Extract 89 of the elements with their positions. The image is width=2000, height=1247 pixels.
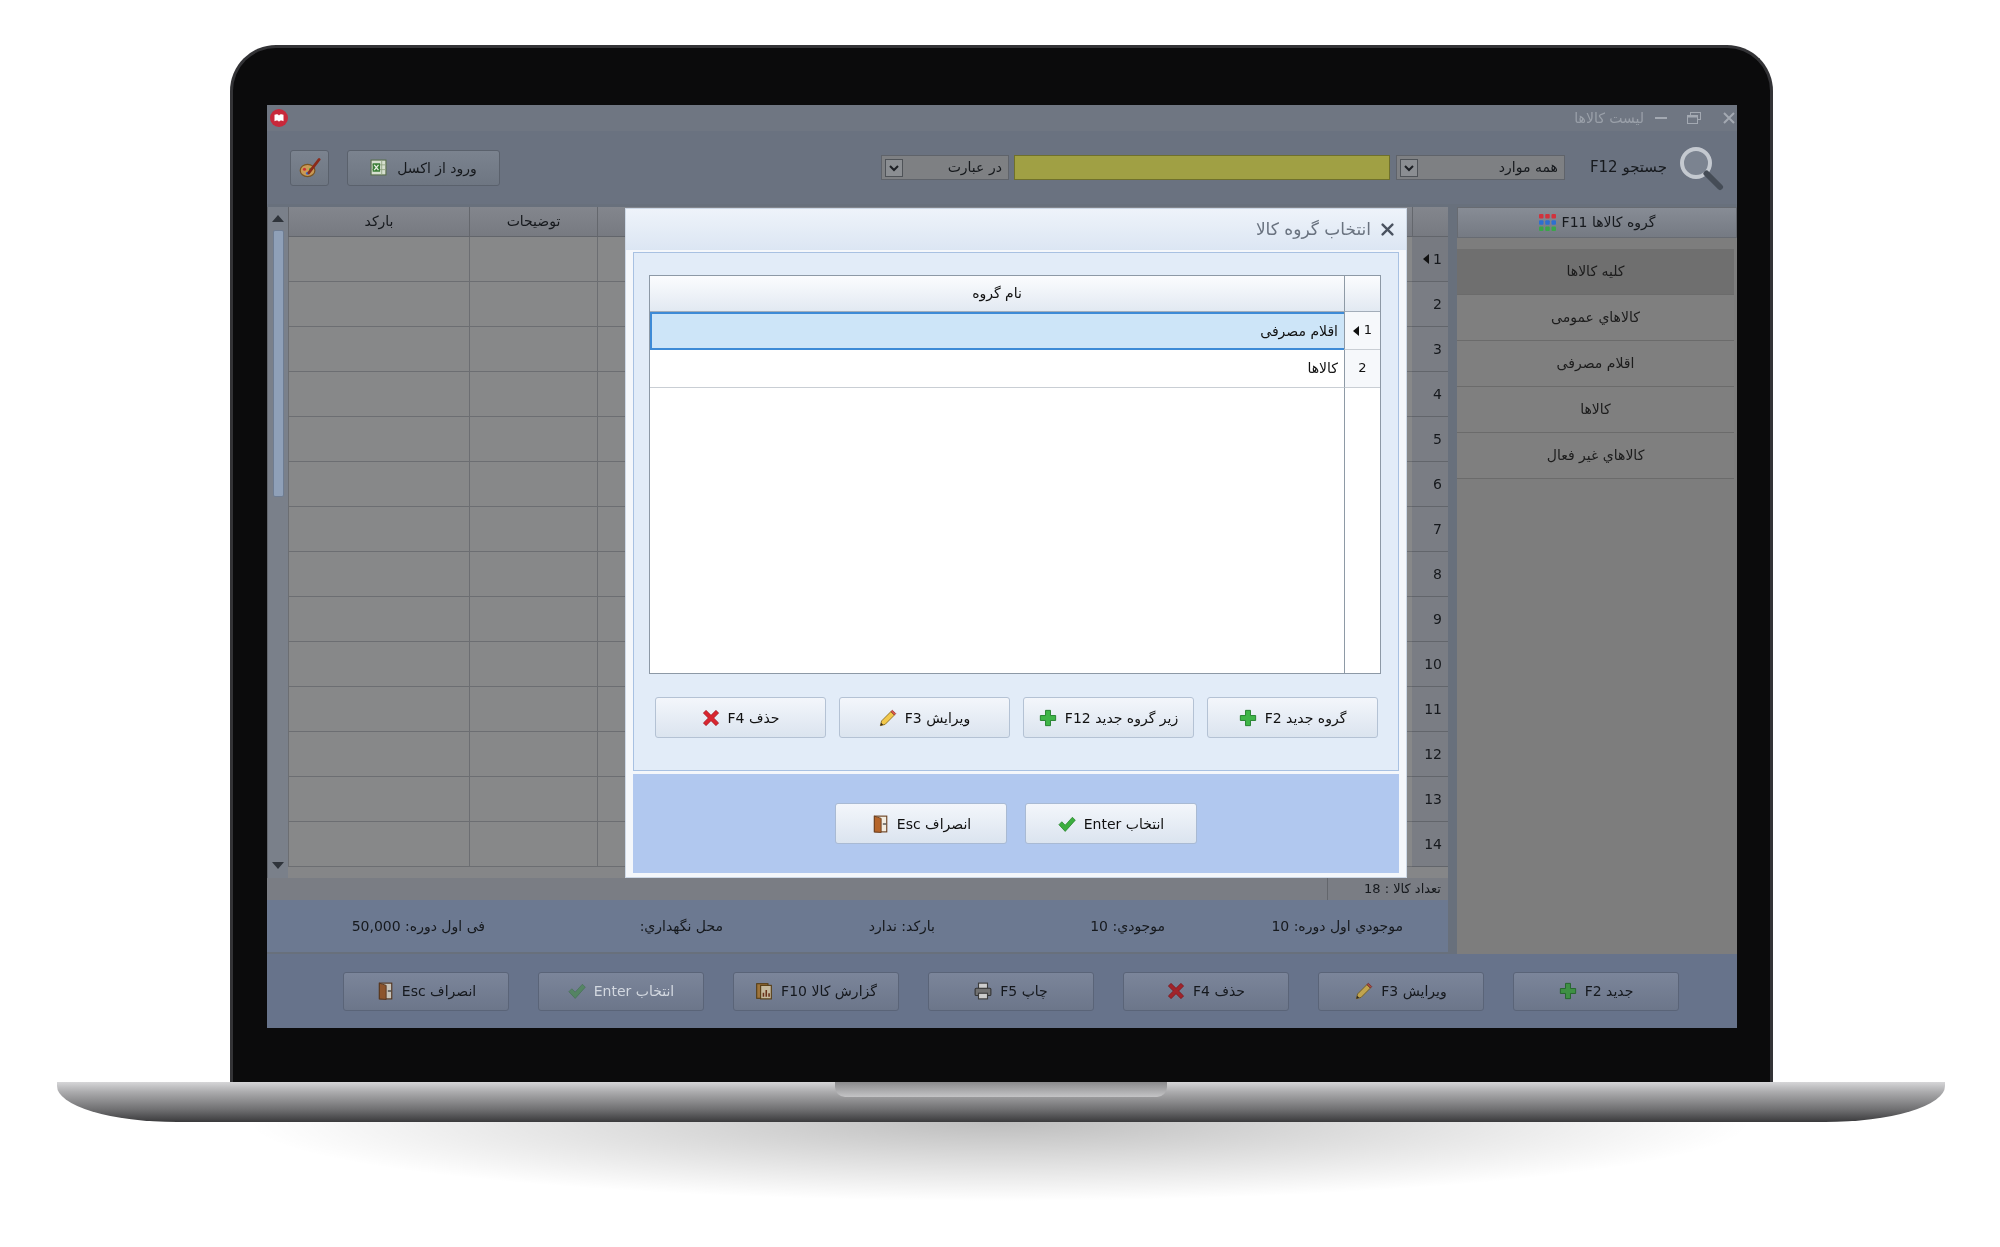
table-cell[interactable]: کالاها (650, 350, 1344, 388)
match-dropdown[interactable]: در عبارت (880, 155, 1009, 180)
add-button[interactable]: جدید F2 (1513, 971, 1679, 1011)
row-header[interactable]: 11 (1412, 687, 1448, 732)
row-number: 12 (1424, 744, 1442, 764)
delete-button[interactable]: حذف F4 (1123, 971, 1289, 1011)
check-icon (567, 982, 586, 1000)
logo-icon (270, 109, 288, 127)
search-field[interactable] (1013, 155, 1390, 180)
row-header[interactable]: 14 (1412, 822, 1448, 867)
pencil-icon (878, 708, 897, 727)
detail-text: فی اول دوره: 50,000 (351, 917, 485, 934)
x-mark-icon (1167, 982, 1186, 1000)
row-number: 5 (1433, 429, 1442, 449)
column-header: نام گروه (650, 276, 1344, 312)
palette-button[interactable] (290, 149, 329, 186)
edit-button[interactable]: ویرایش F3 (839, 697, 1010, 738)
check-icon (1057, 814, 1076, 833)
import-button[interactable]: ورود از اکسل (347, 149, 500, 186)
plus-icon (1558, 982, 1577, 1000)
row-header[interactable]: 3 (1412, 327, 1448, 372)
palette-icon (298, 156, 321, 179)
cancel-button[interactable]: انصراف Esc (835, 803, 1007, 844)
row-number: 1 (1433, 249, 1442, 269)
pencil-icon (1355, 982, 1374, 1000)
report-book-icon (755, 982, 774, 1000)
row-number: 7 (1433, 519, 1442, 539)
row-number: 3 (1433, 339, 1442, 359)
printer-icon (974, 982, 993, 1000)
plus-icon (1238, 708, 1257, 727)
column-header: بارکد (288, 207, 469, 237)
pointer-icon (1423, 254, 1430, 264)
restore-icon[interactable] (1687, 112, 1701, 124)
add-button[interactable]: زیر گروه جدید F12 (1023, 697, 1194, 738)
detail-text: موجودي: 10 (1090, 917, 1165, 934)
scrollbar-thumb[interactable] (272, 230, 284, 497)
search-label: جستجو F12 (1589, 157, 1667, 178)
column-header: توضیحات (469, 207, 597, 237)
row-number: 13 (1424, 789, 1442, 809)
row-number: 2 (1358, 360, 1367, 377)
row-header[interactable]: 9 (1412, 597, 1448, 642)
delete-button[interactable]: حذف F4 (655, 697, 826, 738)
column-header (1344, 276, 1380, 312)
row-number: 11 (1424, 699, 1442, 719)
row-header[interactable]: 8 (1412, 552, 1448, 597)
row-header[interactable]: 13 (1412, 777, 1448, 822)
add-button[interactable]: گروه جدید F2 (1207, 697, 1378, 738)
row-header[interactable]: 2 (1344, 350, 1380, 388)
row-header[interactable]: 1 (1344, 312, 1380, 350)
row-header[interactable]: 2 (1412, 282, 1448, 327)
spreadsheet-icon (370, 159, 388, 176)
close-icon[interactable] (1381, 223, 1394, 236)
scroll-up-icon[interactable] (272, 214, 284, 222)
edit-button[interactable]: ویرایش F3 (1318, 971, 1484, 1011)
vertical-scrollbar[interactable] (267, 207, 288, 878)
x-mark-icon (701, 708, 720, 727)
row-header[interactable]: 4 (1412, 372, 1448, 417)
detail-text: محل نگهداري: (639, 917, 723, 934)
cancel-button[interactable]: انصراف Esc (343, 971, 509, 1011)
row-header[interactable]: 5 (1412, 417, 1448, 462)
grid-dots-icon (1538, 214, 1556, 231)
select-button[interactable]: انتخاب Enter (1025, 803, 1197, 844)
row-header[interactable]: 1 (1412, 237, 1448, 282)
row-number: 6 (1433, 474, 1442, 494)
row-number: 1 (1363, 322, 1373, 339)
row-header[interactable]: 7 (1412, 507, 1448, 552)
dialog-title: انتخاب گروه کالا (1255, 218, 1371, 241)
report-button[interactable]: گزارش کالا F10 (733, 971, 899, 1011)
row-number: 8 (1433, 564, 1442, 584)
sidebar-title: گروه کالاها F11 (1561, 213, 1656, 232)
search-icon[interactable] (1678, 144, 1724, 191)
scope-dropdown[interactable]: همه موارد (1395, 155, 1565, 180)
row-header[interactable]: 6 (1412, 462, 1448, 507)
pointer-icon (1352, 325, 1359, 336)
detail-text: بارکد: ندارد (868, 917, 935, 934)
row-header[interactable]: 10 (1412, 642, 1448, 687)
sidebar-item[interactable]: کلیه کالاها (1457, 249, 1734, 295)
row-number: 14 (1424, 834, 1442, 854)
scroll-down-icon[interactable] (272, 862, 284, 870)
row-number: 4 (1433, 384, 1442, 404)
row-number: 2 (1433, 294, 1442, 314)
print-button[interactable]: چاپ F5 (928, 971, 1094, 1011)
detail-text: موجودي اول دوره: 10 (1271, 917, 1403, 934)
plus-icon (1038, 708, 1057, 727)
table-cell[interactable]: اقلام مصرفی (650, 312, 1344, 350)
row-header[interactable]: 12 (1412, 732, 1448, 777)
row-number: 10 (1424, 654, 1442, 674)
item-count: تعداد کالا : 18 (1364, 880, 1441, 898)
row-number: 9 (1433, 609, 1442, 629)
